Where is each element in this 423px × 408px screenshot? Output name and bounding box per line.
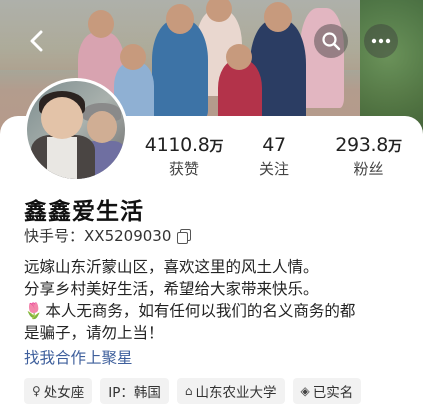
profile-tags: ♀ 处女座 IP：韩国 ⌂ 山东农业大学 ◈ 已实名: [24, 378, 362, 404]
search-button[interactable]: [314, 24, 348, 58]
chevron-left-icon: [30, 30, 43, 52]
user-id: 快手号：XX5209030: [24, 225, 192, 246]
tag-school[interactable]: ⌂ 山东农业大学: [176, 378, 285, 404]
female-icon: ♀: [32, 384, 41, 398]
search-icon: [322, 32, 341, 51]
stat-followers[interactable]: 293.8万 粉丝: [314, 134, 423, 179]
back-button[interactable]: [20, 24, 54, 58]
profile-name: 鑫鑫爱生活: [24, 199, 144, 225]
tulip-icon: 🌷: [24, 302, 44, 320]
verified-icon: ◈: [300, 384, 310, 398]
copy-icon[interactable]: [177, 229, 192, 244]
more-icon: [371, 38, 391, 44]
school-icon: ⌂: [184, 384, 193, 398]
profile-bio: 远嫁山东沂蒙山区，喜欢这里的风土人情。 分享乡村美好生活，希望给大家带来快乐。 …: [24, 258, 356, 342]
tag-verified[interactable]: ◈ 已实名: [292, 378, 362, 404]
stat-following[interactable]: 47 关注: [234, 134, 314, 179]
tag-ip-location[interactable]: IP：韩国: [100, 378, 169, 404]
profile-stats: 4110.8万 获赞 47 关注 293.8万 粉丝: [134, 134, 423, 179]
stat-likes[interactable]: 4110.8万 获赞: [134, 134, 234, 179]
more-button[interactable]: [364, 24, 398, 58]
avatar[interactable]: [24, 78, 128, 182]
tag-zodiac[interactable]: ♀ 处女座: [24, 378, 93, 404]
collab-link[interactable]: 找我合作上聚星: [24, 346, 133, 368]
